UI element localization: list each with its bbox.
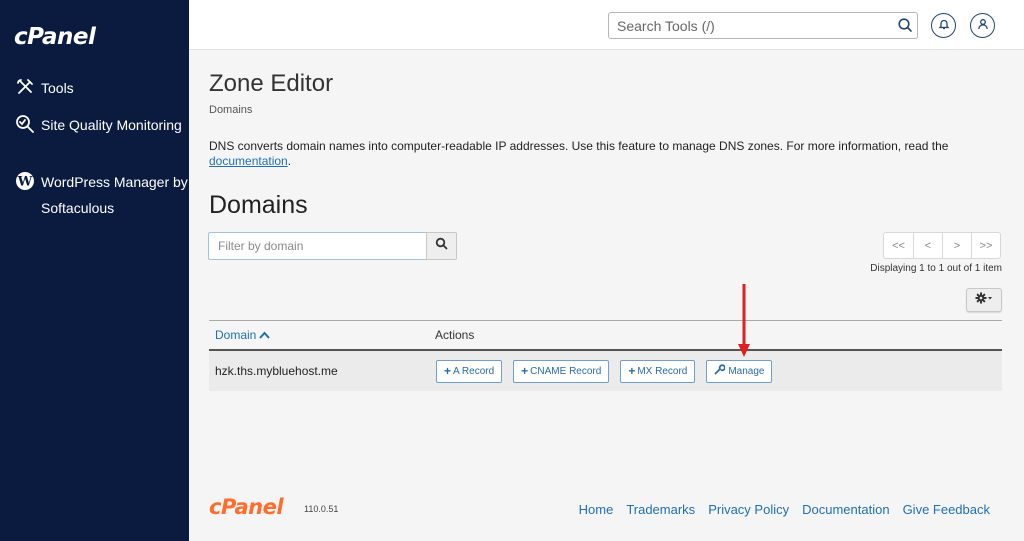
wrench-icon (714, 364, 727, 378)
user-icon (977, 17, 989, 35)
manage-button[interactable]: Manage (706, 359, 773, 383)
plus-icon: + (628, 364, 636, 378)
breadcrumb: Domains (209, 104, 253, 116)
filter-domain-input[interactable] (208, 232, 427, 260)
description-end: . (287, 154, 292, 168)
footer-link-home[interactable]: Home (579, 502, 614, 517)
last-page-button[interactable]: >> (971, 233, 1000, 258)
table-row: hzk.ths.mybluehost.me + A Record + CNAME… (209, 351, 1002, 391)
sidebar-item-label: WordPress Manager by Softaculous (41, 174, 188, 216)
cpanel-logo[interactable]: cPanel (14, 24, 96, 50)
add-cname-record-button[interactable]: + CNAME Record (513, 359, 610, 383)
sidebar-item-site-quality[interactable]: Site Quality Monitoring (15, 112, 201, 138)
domain-cell: hzk.ths.mybluehost.me (215, 364, 338, 378)
table-header: Domain Actions (209, 320, 1002, 351)
search-icon[interactable] (897, 17, 913, 33)
footer-link-give-feedback[interactable]: Give Feedback (903, 502, 990, 517)
plus-icon: + (444, 364, 452, 378)
footer-links: Home Trademarks Privacy Policy Documenta… (579, 502, 990, 517)
first-page-button[interactable]: << (884, 233, 913, 258)
footer-link-trademarks[interactable]: Trademarks (626, 502, 695, 517)
sidebar-item-label: Tools (41, 80, 74, 96)
filter-group (208, 232, 457, 260)
add-a-record-button[interactable]: + A Record (436, 359, 503, 383)
footer-cpanel-logo: cPanel (209, 495, 284, 519)
version-label: 110.0.51 (304, 504, 339, 514)
svg-text:W: W (17, 175, 33, 190)
button-label: MX Record (637, 365, 688, 377)
tools-icon (15, 77, 37, 99)
site-quality-icon (15, 114, 37, 136)
search-icon (435, 237, 448, 255)
sort-ascending-icon (259, 328, 271, 342)
notifications-button[interactable] (931, 13, 956, 38)
button-label: CNAME Record (530, 365, 602, 377)
pagination: << < > >> (883, 232, 1001, 259)
page-description: DNS converts domain names into computer-… (209, 139, 989, 169)
settings-dropdown-button[interactable] (966, 288, 1002, 312)
sidebar-item-wordpress[interactable]: W WordPress Manager by Softaculous (15, 169, 201, 221)
red-arrow-annotation (738, 284, 750, 357)
button-label: A Record (453, 365, 495, 377)
pagination-status: Displaying 1 to 1 out of 1 item (870, 263, 1002, 274)
add-mx-record-button[interactable]: + MX Record (620, 359, 696, 383)
filter-search-button[interactable] (426, 232, 457, 260)
column-header-label: Domain (215, 328, 257, 342)
page-title: Zone Editor (209, 70, 334, 97)
prev-page-button[interactable]: < (913, 233, 942, 258)
description-text: DNS converts domain names into computer-… (209, 139, 949, 153)
footer-link-documentation[interactable]: Documentation (802, 502, 889, 517)
main-content: Zone Editor Domains DNS converts domain … (189, 51, 1024, 541)
button-label: Manage (728, 365, 765, 377)
bell-icon (937, 17, 950, 35)
sidebar-item-tools[interactable]: Tools (15, 75, 201, 101)
sidebar-item-label: Site Quality Monitoring (41, 117, 182, 133)
search-tools-input[interactable] (608, 12, 918, 39)
user-menu-button[interactable] (970, 13, 995, 38)
gear-icon (975, 291, 993, 309)
domains-table: Domain Actions hzk.ths.mybluehost.me + A… (209, 320, 1002, 391)
next-page-button[interactable]: > (942, 233, 971, 258)
plus-icon: + (521, 364, 529, 378)
column-header-domain[interactable]: Domain (209, 328, 435, 342)
column-header-actions: Actions (435, 328, 475, 342)
documentation-link[interactable]: documentation (209, 154, 288, 168)
footer-link-privacy-policy[interactable]: Privacy Policy (708, 502, 789, 517)
wordpress-icon: W (15, 171, 37, 193)
section-title: Domains (209, 191, 308, 219)
sidebar: cPanel Tools Site Quality Monitoring W W… (0, 0, 189, 541)
